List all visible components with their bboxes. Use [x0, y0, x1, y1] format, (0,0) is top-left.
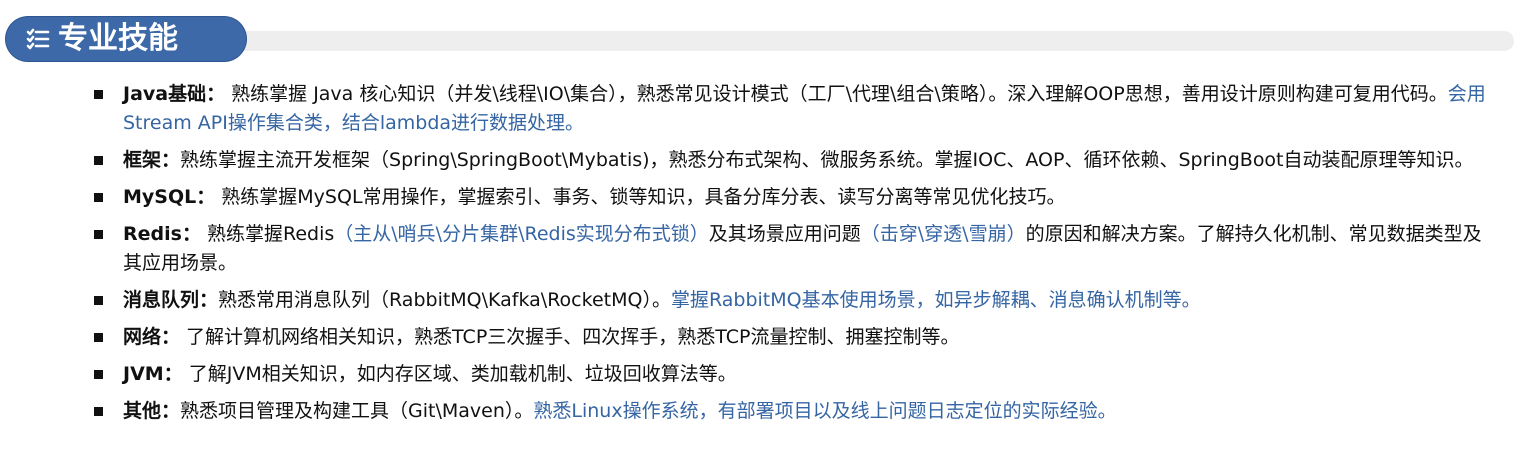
bullet-icon	[94, 407, 103, 416]
skill-label: 网络：	[123, 326, 181, 348]
skill-text: 了解计算机网络相关知识，熟悉TCP三次握手、四次挥手，熟悉TCP流量控制、拥塞控…	[180, 326, 960, 348]
bullet-icon	[94, 90, 103, 99]
skill-item-other: 其他：熟悉项目管理及构建工具（Git\Maven）。熟悉Linux操作系统，有部…	[94, 397, 1494, 426]
skill-item-jvm: JVM： 了解JVM相关知识，如内存区域、类加载机制、垃圾回收算法等。	[94, 360, 1494, 389]
skill-label: 其他：	[123, 400, 181, 422]
section-header-bar	[232, 31, 1514, 51]
skill-label: MySQL：	[123, 186, 216, 208]
bullet-icon	[94, 370, 103, 379]
skill-label: 消息队列：	[123, 289, 219, 311]
skill-highlight: （主从\哨兵\分片集群\Redis实现分布式锁）	[334, 223, 709, 245]
skill-item-network: 网络： 了解计算机网络相关知识，熟悉TCP三次握手、四次挥手，熟悉TCP流量控制…	[94, 323, 1494, 352]
skill-text: 熟练掌握Redis	[200, 223, 335, 245]
skill-highlight-2: （击穿\穿透\雪崩）	[860, 223, 1026, 245]
skill-highlight: 熟悉Linux操作系统，有部署项目以及线上问题日志定位的实际经验。	[533, 400, 1117, 422]
skills-list: Java基础： 熟练掌握 Java 核心知识（并发\线程\IO\集合），熟悉常见…	[94, 80, 1494, 434]
skill-text: 熟悉项目管理及构建工具（Git\Maven）。	[180, 400, 534, 422]
skill-text: 熟练掌握主流开发框架（Spring\SpringBoot\Mybatis)，熟悉…	[180, 149, 1474, 171]
skill-item-mysql: MySQL： 熟练掌握MySQL常用操作，掌握索引、事务、锁等知识，具备分库分表…	[94, 183, 1494, 212]
bullet-icon	[94, 230, 103, 239]
bullet-icon	[94, 156, 103, 165]
skill-item-redis: Redis： 熟练掌握Redis（主从\哨兵\分片集群\Redis实现分布式锁）…	[94, 220, 1494, 278]
skill-text: 熟练掌握MySQL常用操作，掌握索引、事务、锁等知识，具备分库分表、读写分离等常…	[215, 186, 1066, 208]
section-header: 专业技能	[6, 17, 246, 61]
skill-item-framework: 框架：熟练掌握主流开发框架（Spring\SpringBoot\Mybatis)…	[94, 146, 1494, 175]
skill-label: JVM：	[123, 363, 183, 385]
section-title: 专业技能	[58, 21, 178, 56]
skill-item-mq: 消息队列：熟悉常用消息队列（RabbitMQ\Kafka\RocketMQ）。掌…	[94, 286, 1494, 315]
skill-item-java: Java基础： 熟练掌握 Java 核心知识（并发\线程\IO\集合），熟悉常见…	[94, 80, 1494, 138]
bullet-icon	[94, 333, 103, 342]
skill-label: Java基础：	[123, 83, 226, 105]
skill-text: 了解JVM相关知识，如内存区域、类加载机制、垃圾回收算法等。	[182, 363, 737, 385]
bullet-icon	[94, 193, 103, 202]
skill-text-tail: 及其场景应用问题	[708, 223, 861, 245]
checklist-icon	[26, 27, 50, 51]
skill-text: 熟悉常用消息队列（RabbitMQ\Kafka\RocketMQ）。	[218, 289, 671, 311]
bullet-icon	[94, 296, 103, 305]
skill-text: 熟练掌握 Java 核心知识（并发\线程\IO\集合），熟悉常见设计模式（工厂\…	[225, 83, 1448, 105]
skill-label: Redis：	[123, 223, 201, 245]
skill-highlight: 掌握RabbitMQ基本使用场景，如异步解耦、消息确认机制等。	[670, 289, 1201, 311]
skill-label: 框架：	[123, 149, 181, 171]
